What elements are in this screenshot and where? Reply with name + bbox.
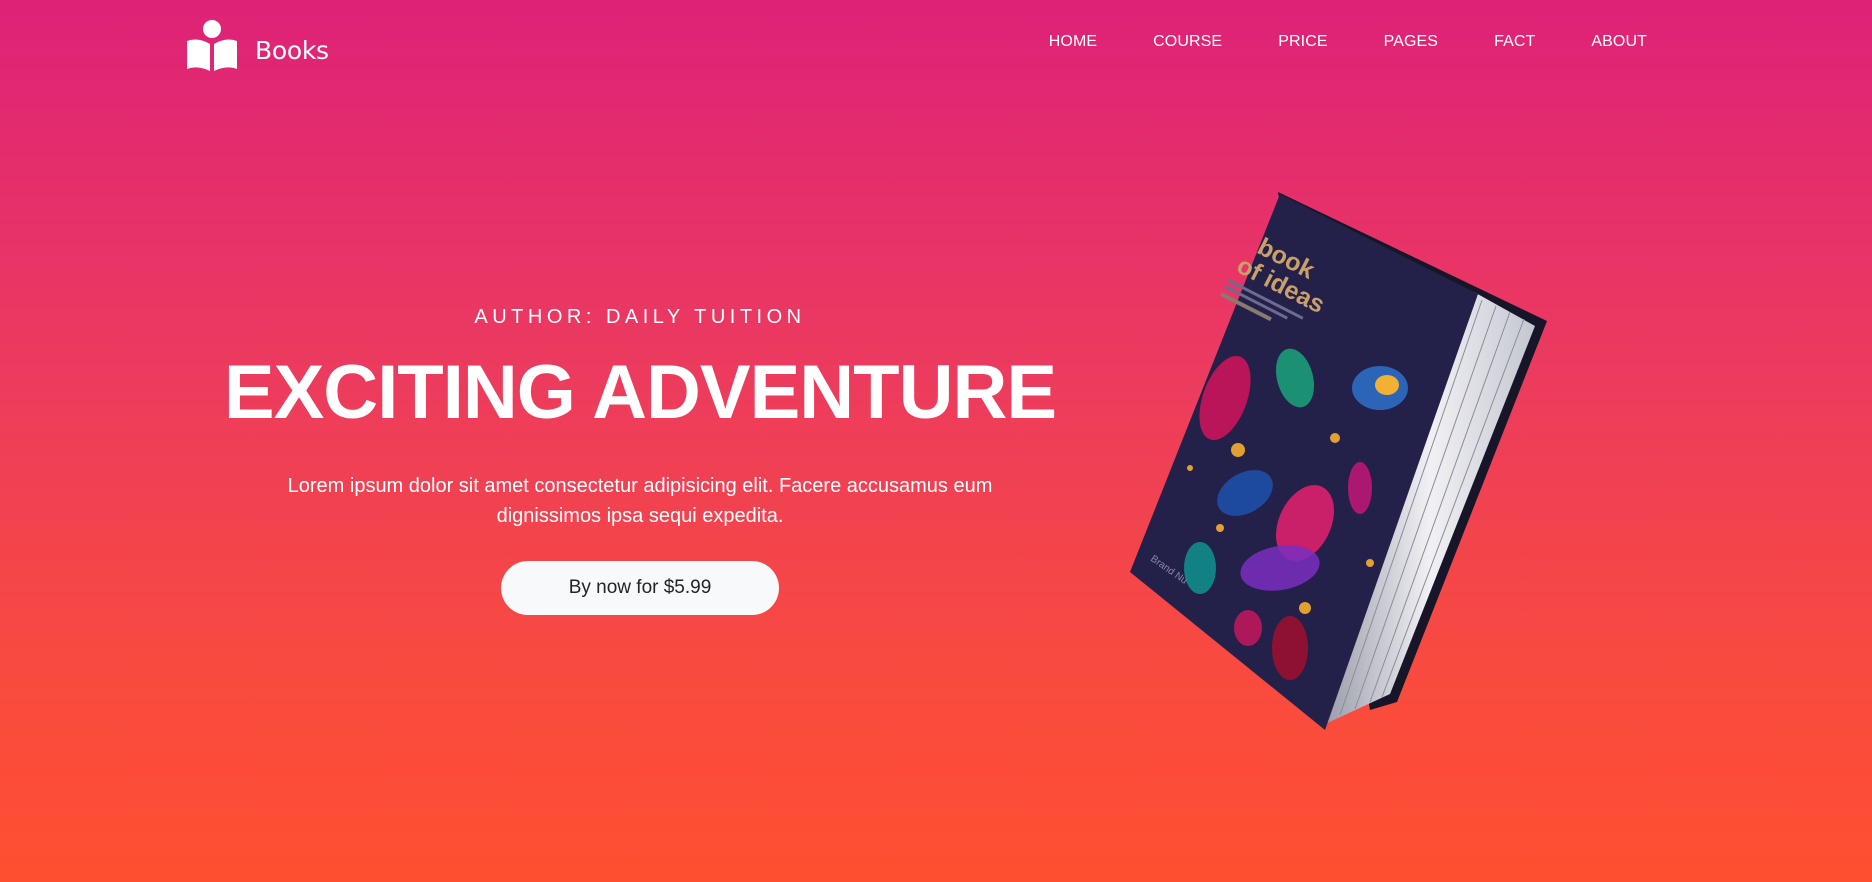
nav-course[interactable]: COURSE [1153,33,1222,51]
navbar: Books HOME COURSE PRICE PAGES FACT ABOUT [0,0,1872,100]
nav-pages[interactable]: PAGES [1384,33,1438,51]
hero-author: AUTHOR: DAILY TUITION [474,306,806,328]
nav-price[interactable]: PRICE [1278,33,1327,51]
nav-fact[interactable]: FACT [1494,33,1535,51]
main-menu: HOME COURSE PRICE PAGES FACT ABOUT [993,33,1647,51]
brand-link[interactable]: Books [185,18,329,74]
nav-home[interactable]: HOME [1049,33,1097,51]
book-image: book of ideas Brand Nu [1130,192,1547,730]
hero-section: AUTHOR: DAILY TUITION EXCITING ADVENTURE… [200,300,1080,615]
buy-now-button[interactable]: By now for $5.99 [501,561,779,615]
hero-title: EXCITING ADVENTURE [223,350,1057,435]
hero-lead: Lorem ipsum dolor sit amet consectetur a… [287,475,993,527]
brand-name: Books [255,35,329,65]
nav-about[interactable]: ABOUT [1591,33,1647,51]
open-book-reader-icon [187,20,237,71]
